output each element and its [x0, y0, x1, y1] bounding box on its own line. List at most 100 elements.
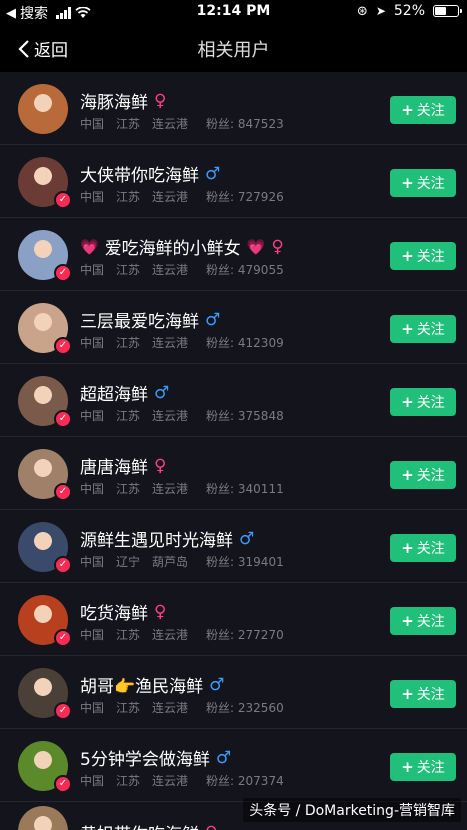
user-row[interactable]: 海豚海鲜 ♀ 中国 江苏 连云港 粉丝: 847523 + 关注 — [0, 72, 467, 145]
male-icon: ♂ — [209, 674, 225, 695]
region-part: 中国 — [80, 774, 105, 788]
user-row[interactable]: ✓ 唐唐海鲜 ♀ 中国 江苏 连云港 粉丝: 340111 + 关注 — [0, 437, 467, 510]
user-row[interactable]: ✓ 5分钟学会做海鲜 ♂ 中国 江苏 连云港 粉丝: 207374 + 关注 — [0, 729, 467, 802]
verified-badge-icon: ✓ — [54, 702, 72, 720]
user-row[interactable]: ✓ 源鲜生遇见时光海鲜 ♂ 中国 辽宁 葫芦岛 粉丝: 319401 + 关注 — [0, 510, 467, 583]
user-row[interactable]: ✓ 超超海鲜 ♂ 中国 江苏 连云港 粉丝: 375848 + 关注 — [0, 364, 467, 437]
user-row[interactable]: ✓ 大侠带你吃海鲜 ♂ 中国 江苏 连云港 粉丝: 727926 + 关注 — [0, 145, 467, 218]
region-part: 江苏 — [116, 628, 141, 642]
follow-button[interactable]: + 关注 — [390, 607, 456, 635]
user-name-text: 吃货海鲜 — [80, 604, 148, 624]
plus-icon: + — [401, 758, 414, 776]
user-meta: 中国 江苏 连云港 粉丝: 727926 — [80, 188, 284, 205]
user-meta: 中国 江苏 连云港 粉丝: 847523 — [80, 115, 284, 132]
status-bar: ◀ 搜索 12:14 PM ⊛ ➤ 52% — [0, 0, 467, 24]
user-name-text: 胡哥👉渔民海鲜 — [80, 677, 204, 697]
region-part: 中国 — [80, 409, 105, 423]
region-part: 中国 — [80, 190, 105, 204]
user-name-text: 超超海鲜 — [80, 385, 148, 405]
avatar[interactable]: ✓ — [18, 668, 72, 720]
follow-label: 关注 — [416, 103, 445, 119]
plus-icon: + — [401, 612, 414, 630]
region-part: 中国 — [80, 336, 105, 350]
user-name-text: 黄姐带你吃海鲜 — [80, 820, 199, 830]
follow-button[interactable]: + 关注 — [390, 96, 456, 124]
user-name-text: 爱吃海鲜的小鲜女 — [104, 239, 241, 259]
avatar[interactable] — [18, 806, 68, 830]
avatar[interactable]: ✓ — [18, 376, 72, 428]
follow-button[interactable]: + 关注 — [390, 315, 456, 343]
follow-label: 关注 — [416, 322, 445, 338]
follow-button[interactable]: + 关注 — [390, 461, 456, 489]
avatar[interactable]: ✓ — [18, 522, 72, 574]
fans-count: 粉丝: 412309 — [206, 336, 284, 350]
fans-count: 粉丝: 277270 — [206, 628, 284, 642]
avatar[interactable]: ✓ — [18, 449, 72, 501]
user-name-text: 源鲜生遇见时光海鲜 — [80, 531, 233, 551]
follow-button[interactable]: + 关注 — [390, 680, 456, 708]
user-name-text: 唐唐海鲜 — [80, 458, 148, 478]
avatar[interactable]: ✓ — [18, 157, 72, 209]
user-name: 三层最爱吃海鲜 ♂ — [80, 307, 221, 333]
female-icon: ♀ — [154, 455, 167, 476]
avatar[interactable]: ✓ — [18, 230, 72, 282]
follow-button[interactable]: + 关注 — [390, 169, 456, 197]
fans-count: 粉丝: 479055 — [206, 263, 284, 277]
region-part: 江苏 — [116, 117, 141, 131]
verified-badge-icon: ✓ — [54, 629, 72, 647]
region-part: 江苏 — [116, 336, 141, 350]
user-row[interactable]: ✓ 三层最爱吃海鲜 ♂ 中国 江苏 连云港 粉丝: 412309 + 关注 — [0, 291, 467, 364]
battery-percent: 52% — [393, 3, 425, 19]
follow-label: 关注 — [416, 176, 445, 192]
verified-badge-icon: ✓ — [54, 483, 72, 501]
user-name: 黄姐带你吃海鲜 ♀ — [80, 820, 217, 830]
watermark: 头条号 / DoMarketing-营销智库 — [243, 798, 461, 822]
user-row[interactable]: ✓ 吃货海鲜 ♀ 中国 江苏 连云港 粉丝: 277270 + 关注 — [0, 583, 467, 656]
follow-button[interactable]: + 关注 — [390, 242, 456, 270]
battery-level — [435, 7, 446, 15]
verified-badge-icon: ✓ — [54, 556, 72, 574]
user-name: 源鲜生遇见时光海鲜 ♂ — [80, 526, 255, 552]
male-icon: ♂ — [205, 309, 221, 330]
user-meta: 中国 辽宁 葫芦岛 粉丝: 319401 — [80, 553, 284, 570]
region-part: 连云港 — [152, 628, 189, 642]
male-icon: ♂ — [215, 747, 232, 768]
user-meta: 中国 江苏 连云港 粉丝: 340111 — [80, 480, 284, 497]
user-name: 海豚海鲜 ♀ — [80, 88, 166, 114]
user-row[interactable]: ✓ 💗 爱吃海鲜的小鲜女 💗 ♀ 中国 江苏 连云港 粉丝: 479055 + 关注 — [0, 218, 467, 291]
male-icon: ♂ — [154, 382, 170, 403]
region-part: 江苏 — [116, 701, 141, 715]
user-meta: 中国 江苏 连云港 粉丝: 479055 — [80, 261, 284, 278]
region-part: 连云港 — [152, 263, 189, 277]
fans-count: 粉丝: 319401 — [206, 555, 284, 569]
user-row[interactable]: ✓ 胡哥👉渔民海鲜 ♂ 中国 江苏 连云港 粉丝: 232560 + 关注 — [0, 656, 467, 729]
follow-button[interactable]: + 关注 — [390, 753, 456, 781]
avatar[interactable]: ✓ — [18, 303, 72, 355]
region-part: 连云港 — [152, 117, 189, 131]
male-icon: ♂ — [239, 528, 255, 549]
region-part: 辽宁 — [116, 555, 141, 569]
fans-count: 粉丝: 847523 — [206, 117, 284, 131]
verified-badge-icon: ✓ — [54, 264, 72, 282]
follow-label: 关注 — [416, 541, 445, 557]
region-part: 中国 — [80, 117, 105, 131]
verified-badge-icon: ✓ — [54, 410, 72, 428]
avatar[interactable] — [18, 84, 68, 134]
heart-icon: 💗 — [246, 237, 266, 256]
female-icon: ♀ — [205, 823, 217, 830]
follow-button[interactable]: + 关注 — [390, 534, 456, 562]
avatar[interactable]: ✓ — [18, 595, 72, 647]
region-part: 连云港 — [152, 701, 189, 715]
follow-label: 关注 — [416, 468, 445, 484]
region-part: 中国 — [80, 555, 105, 569]
region-part: 连云港 — [152, 409, 189, 423]
plus-icon: + — [401, 466, 414, 484]
region-part: 江苏 — [116, 482, 141, 496]
user-meta: 中国 江苏 连云港 粉丝: 375848 — [80, 407, 284, 424]
verified-badge-icon: ✓ — [54, 191, 72, 209]
fans-count: 粉丝: 375848 — [206, 409, 284, 423]
follow-button[interactable]: + 关注 — [390, 388, 456, 416]
user-meta: 中国 江苏 连云港 粉丝: 207374 — [80, 772, 284, 789]
avatar[interactable]: ✓ — [18, 741, 72, 793]
user-list: 海豚海鲜 ♀ 中国 江苏 连云港 粉丝: 847523 + 关注 ✓ 大侠带你吃海鲜 ♂ 中国 江苏 连云… — [0, 72, 467, 802]
